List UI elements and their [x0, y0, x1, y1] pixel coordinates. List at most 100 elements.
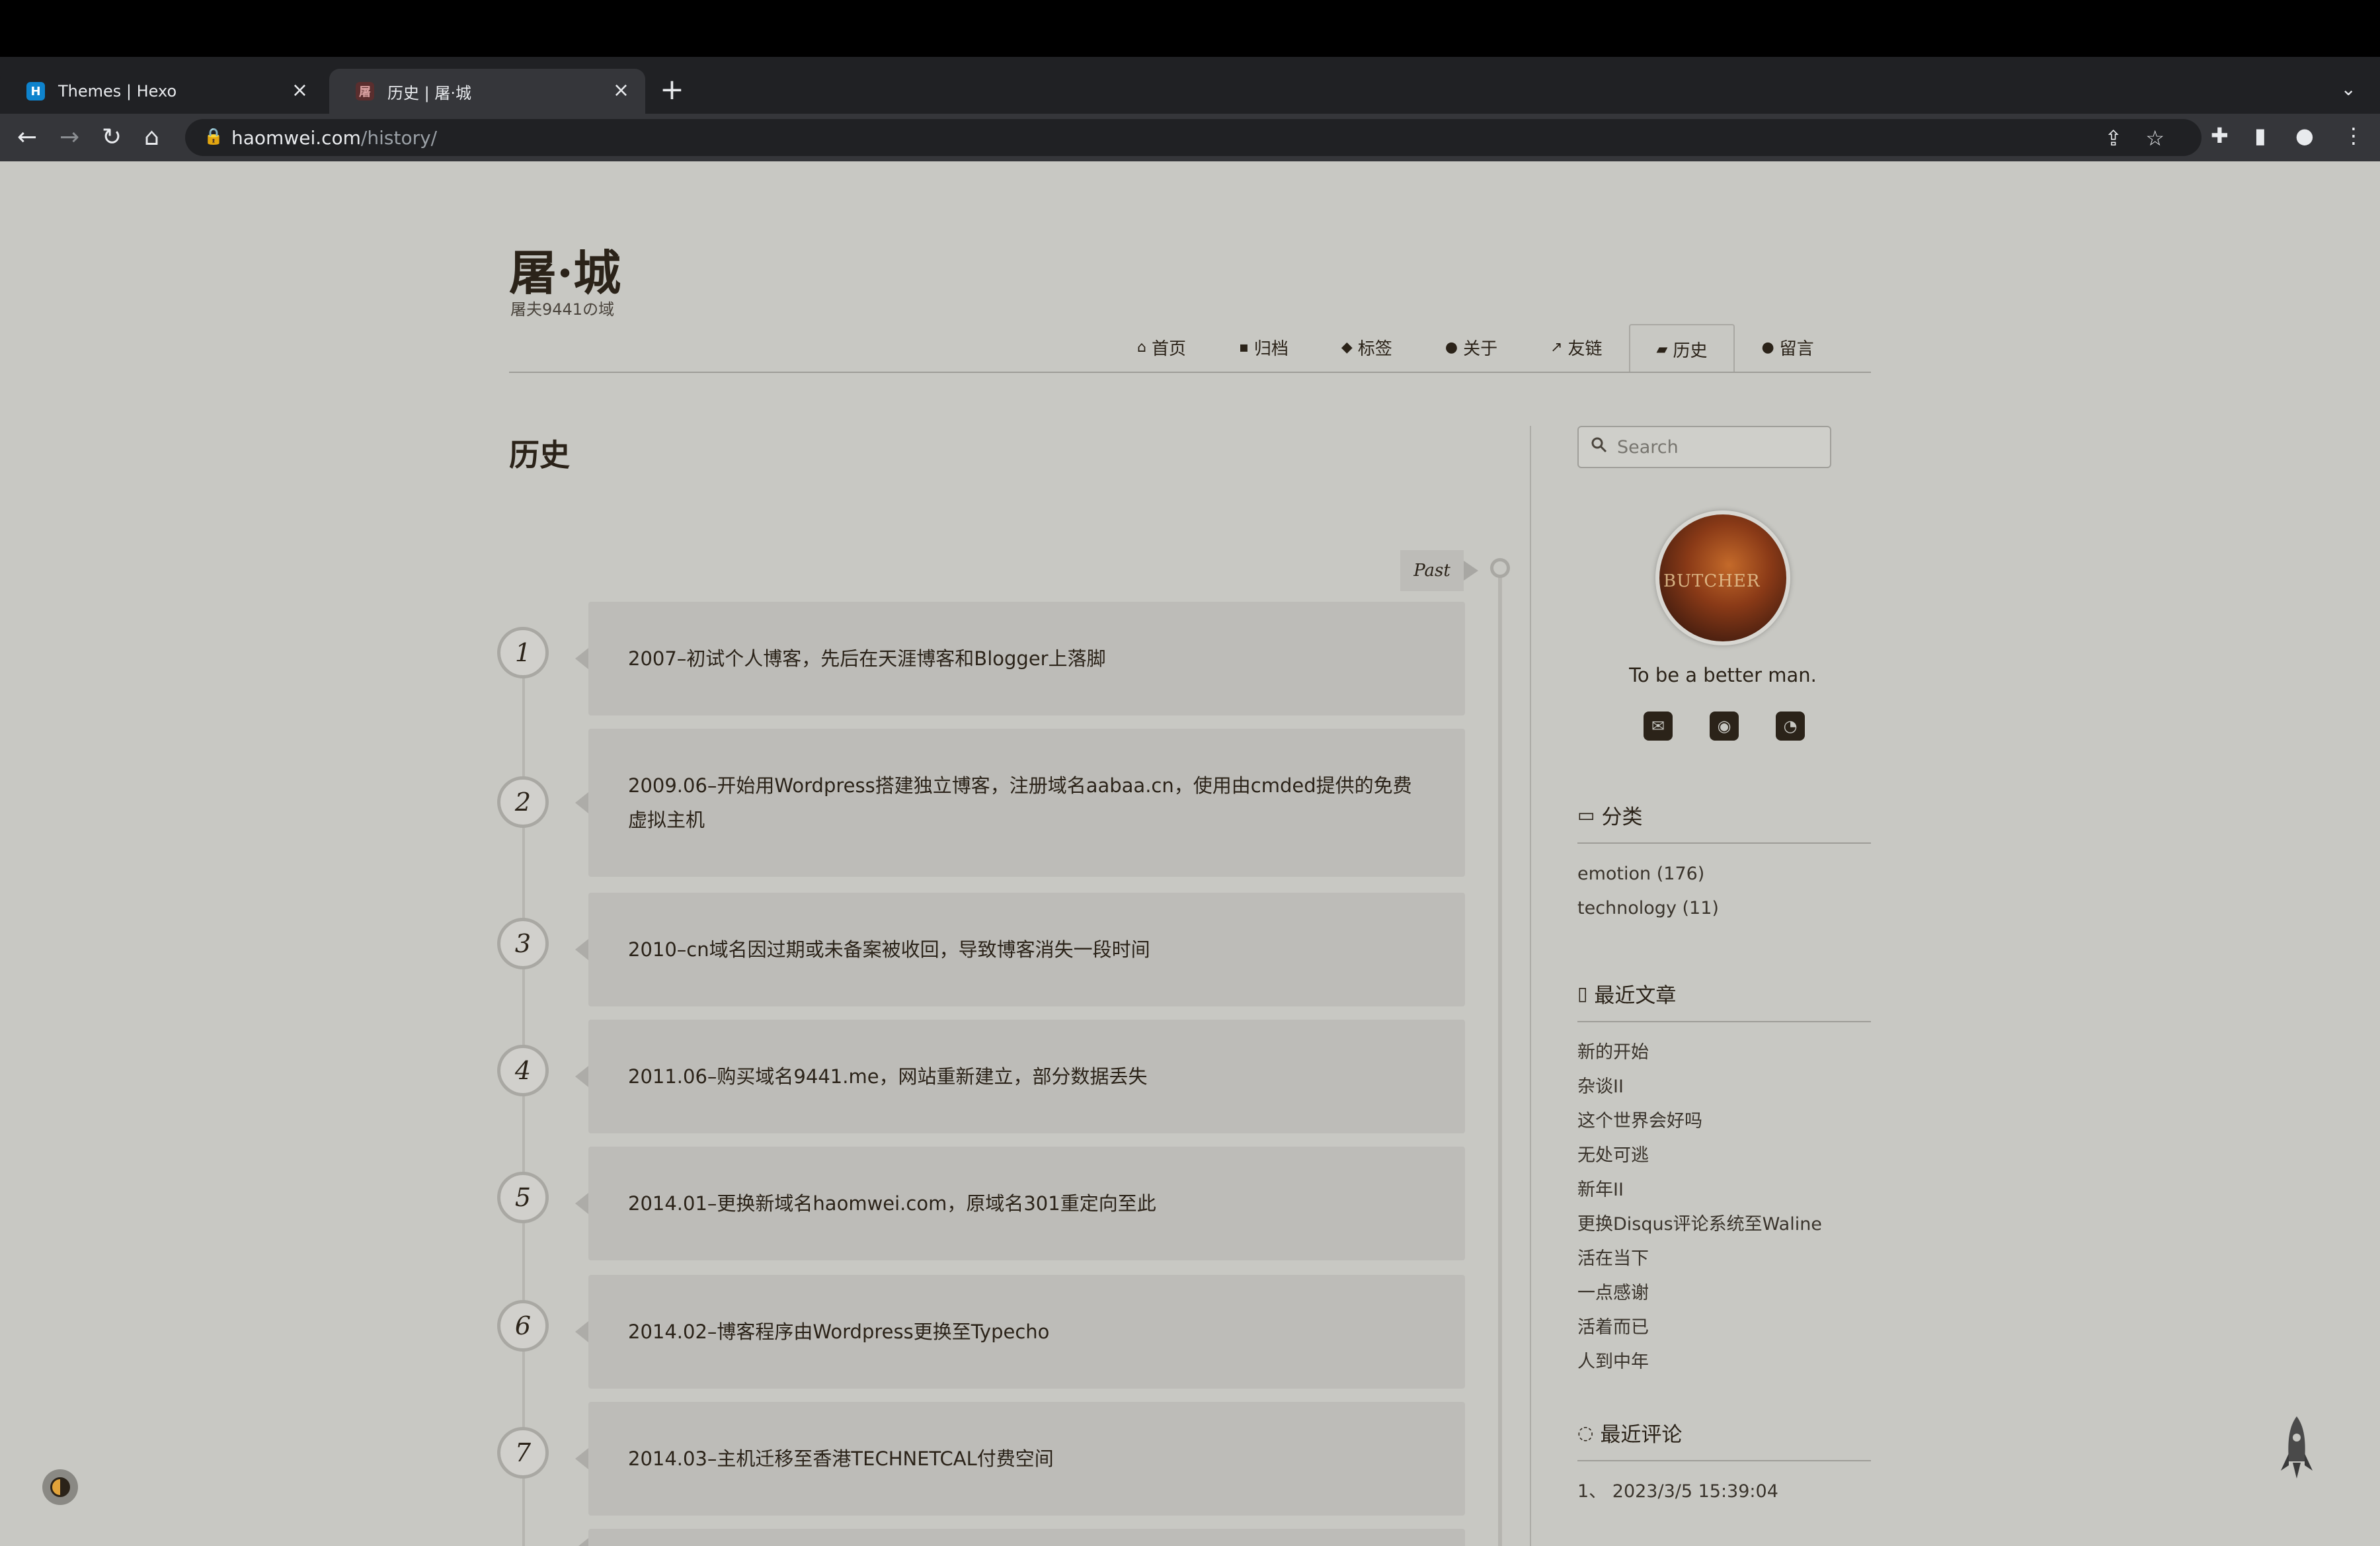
external-link-icon: ↗ — [1550, 339, 1563, 356]
tab-strip: H Themes | Hexo × 屠 历史 | 屠·城 × + ⌄ — [0, 57, 2380, 114]
sidebar-divider — [1530, 426, 1531, 1546]
lock-icon[interactable]: 🔒 — [204, 127, 223, 145]
extensions-icon[interactable]: ✚ — [2211, 123, 2229, 148]
new-tab-button[interactable]: + — [660, 75, 684, 104]
timeline-number: 5 — [497, 1172, 549, 1223]
recent-post-link[interactable]: 活在当下 — [1577, 1242, 1822, 1276]
comments-icon: ● — [1761, 339, 1774, 356]
back-button[interactable]: ← — [17, 122, 37, 153]
share-icon[interactable]: ⇪ — [2104, 126, 2122, 151]
timeline-card: 2014.01–更换新域名haomwei.com，原域名301重定向至此 — [575, 1147, 1465, 1260]
recent-posts-heading: ▯ 最近文章 — [1577, 979, 1676, 1008]
recent-post-link[interactable]: 新的开始 — [1577, 1036, 1822, 1070]
timeline-card: 2014.02–博客程序由Wordpress更换至Typecho — [575, 1275, 1465, 1389]
tab-themes-hexo[interactable]: H Themes | Hexo × — [0, 69, 324, 114]
recent-posts-list: 新的开始 杂谈II 这个世界会好吗 无处可逃 新年II 更换Disqus评论系统… — [1577, 1036, 1822, 1379]
categories-list: emotion (176) technology (11) — [1577, 857, 1719, 926]
main-nav: ⌂ 首页 ▪ 归档 ◆ 标签 ● 关于 ↗ 友链 ▰ 历史 ● 留言 — [1111, 324, 1841, 373]
widget-divider — [1577, 1021, 1871, 1022]
timeline-number: 1 — [497, 627, 549, 678]
side-panel-icon[interactable]: ▮ — [2254, 123, 2266, 148]
widget-title-text: 最近评论 — [1600, 1423, 1683, 1447]
toolbar: ← → ↻ ⌂ 🔒 haomwei.com/history/ ⇪ ☆ ✚ ▮ ●… — [0, 114, 2380, 161]
nav-item-history[interactable]: ▰ 历史 — [1628, 324, 1735, 373]
window-top-bar — [0, 0, 2380, 57]
timeline-card: 2009.06–开始用Wordpress搭建独立博客，注册域名aabaa.cn，… — [575, 729, 1465, 877]
timeline-number: 7 — [497, 1427, 549, 1479]
nav-label: 历史 — [1673, 341, 1708, 361]
contrast-icon — [50, 1477, 70, 1497]
widget-divider — [1577, 1460, 1871, 1461]
nav-item-tags[interactable]: ◆ 标签 — [1315, 324, 1419, 370]
timeline-start-marker — [1490, 558, 1510, 578]
forward-button[interactable]: → — [60, 122, 79, 153]
recent-post-link[interactable]: 活着而已 — [1577, 1311, 1822, 1345]
tab-search-chevron-icon[interactable]: ⌄ — [2341, 78, 2356, 100]
motto: To be a better man. — [1629, 664, 1817, 686]
timeline-number: 2 — [497, 776, 549, 828]
widget-divider — [1577, 842, 1871, 844]
close-tab-icon[interactable]: × — [292, 81, 308, 101]
bookmark-star-icon[interactable]: ☆ — [2145, 126, 2164, 151]
nav-label: 友链 — [1567, 339, 1603, 359]
menu-kebab-icon[interactable]: ⋮ — [2343, 123, 2364, 148]
recent-post-link[interactable]: 新年II — [1577, 1173, 1822, 1207]
avatar: BUTCHER — [1655, 510, 1790, 645]
tab-title: Themes | Hexo — [58, 82, 177, 101]
recent-post-link[interactable]: 这个世界会好吗 — [1577, 1104, 1822, 1139]
close-tab-icon[interactable]: × — [613, 81, 629, 101]
avatar-text: BUTCHER — [1663, 571, 1761, 591]
back-to-top-rocket-icon[interactable] — [2280, 1415, 2314, 1481]
comment-icon: ◌ — [1577, 1422, 1594, 1444]
search-icon — [1591, 437, 1607, 453]
widget-title-text: 最近文章 — [1594, 984, 1677, 1008]
nav-divider — [509, 372, 1871, 373]
book-icon: ▰ — [1656, 341, 1668, 358]
nav-label: 留言 — [1779, 339, 1814, 359]
recent-comment-item[interactable]: 1、 2023/3/5 15:39:04 — [1577, 1475, 1778, 1509]
tag-icon: ◆ — [1341, 339, 1353, 356]
recent-post-link[interactable]: 更换Disqus评论系统至Waline — [1577, 1207, 1822, 1242]
nav-item-guestbook[interactable]: ● 留言 — [1735, 324, 1840, 370]
tab-history[interactable]: 屠 历史 | 屠·城 × — [329, 69, 645, 114]
recent-comments-heading: ◌ 最近评论 — [1577, 1418, 1682, 1447]
timeline-number: 3 — [497, 918, 549, 969]
page-viewport: 屠·城 屠夫9441の域 ⌂ 首页 ▪ 归档 ◆ 标签 ● 关于 ↗ 友链 ▰ 历史 ● 留言… — [0, 161, 2380, 1546]
recent-post-link[interactable]: 无处可逃 — [1577, 1139, 1822, 1173]
timeline-card: 2010–cn域名因过期或未备案被收回，导致博客消失一段时间 — [575, 893, 1465, 1006]
site-favicon-icon: 屠 — [356, 82, 374, 101]
timeline-line — [1498, 566, 1502, 1546]
theme-toggle-button[interactable] — [42, 1469, 78, 1505]
url-path: /history/ — [360, 126, 438, 149]
search-placeholder: Search — [1617, 436, 1679, 458]
site-subtitle: 屠夫9441の域 — [510, 300, 615, 319]
recent-post-link[interactable]: 一点感谢 — [1577, 1276, 1822, 1311]
profile-icon[interactable]: ● — [2295, 123, 2314, 148]
search-input[interactable]: Search — [1577, 426, 1831, 468]
nav-label: 归档 — [1253, 339, 1289, 359]
category-link[interactable]: emotion (176) — [1577, 857, 1719, 891]
nav-item-home[interactable]: ⌂ 首页 — [1111, 324, 1212, 370]
recent-post-link[interactable]: 杂谈II — [1577, 1070, 1822, 1104]
address-bar[interactable]: 🔒 haomwei.com/history/ ⇪ ☆ — [185, 119, 2202, 156]
widget-title-text: 分类 — [1601, 805, 1643, 829]
archive-icon: ▪ — [1238, 339, 1249, 356]
site-title[interactable]: 屠·城 — [509, 234, 621, 304]
home-button[interactable]: ⌂ — [144, 122, 159, 153]
hexo-favicon-icon: H — [26, 82, 45, 101]
github-icon[interactable]: ◉ — [1710, 712, 1739, 741]
nav-item-links[interactable]: ↗ 友链 — [1524, 324, 1628, 370]
home-icon: ⌂ — [1137, 339, 1146, 356]
nav-item-archive[interactable]: ▪ 归档 — [1212, 324, 1315, 370]
timeline-number: 6 — [497, 1300, 549, 1352]
nav-item-about[interactable]: ● 关于 — [1419, 324, 1524, 370]
timeline-card-partial — [575, 1529, 1465, 1546]
timeline-card: 2014.03–主机迁移至香港TECHNETCAL付费空间 — [575, 1402, 1465, 1516]
reload-button[interactable]: ↻ — [102, 122, 122, 153]
rss-icon[interactable]: ◔ — [1776, 712, 1805, 741]
mail-icon[interactable]: ✉ — [1644, 712, 1673, 741]
category-link[interactable]: technology (11) — [1577, 891, 1719, 926]
recent-post-link[interactable]: 人到中年 — [1577, 1345, 1822, 1379]
timeline-number: 4 — [497, 1045, 549, 1096]
file-icon: ▯ — [1577, 983, 1588, 1004]
